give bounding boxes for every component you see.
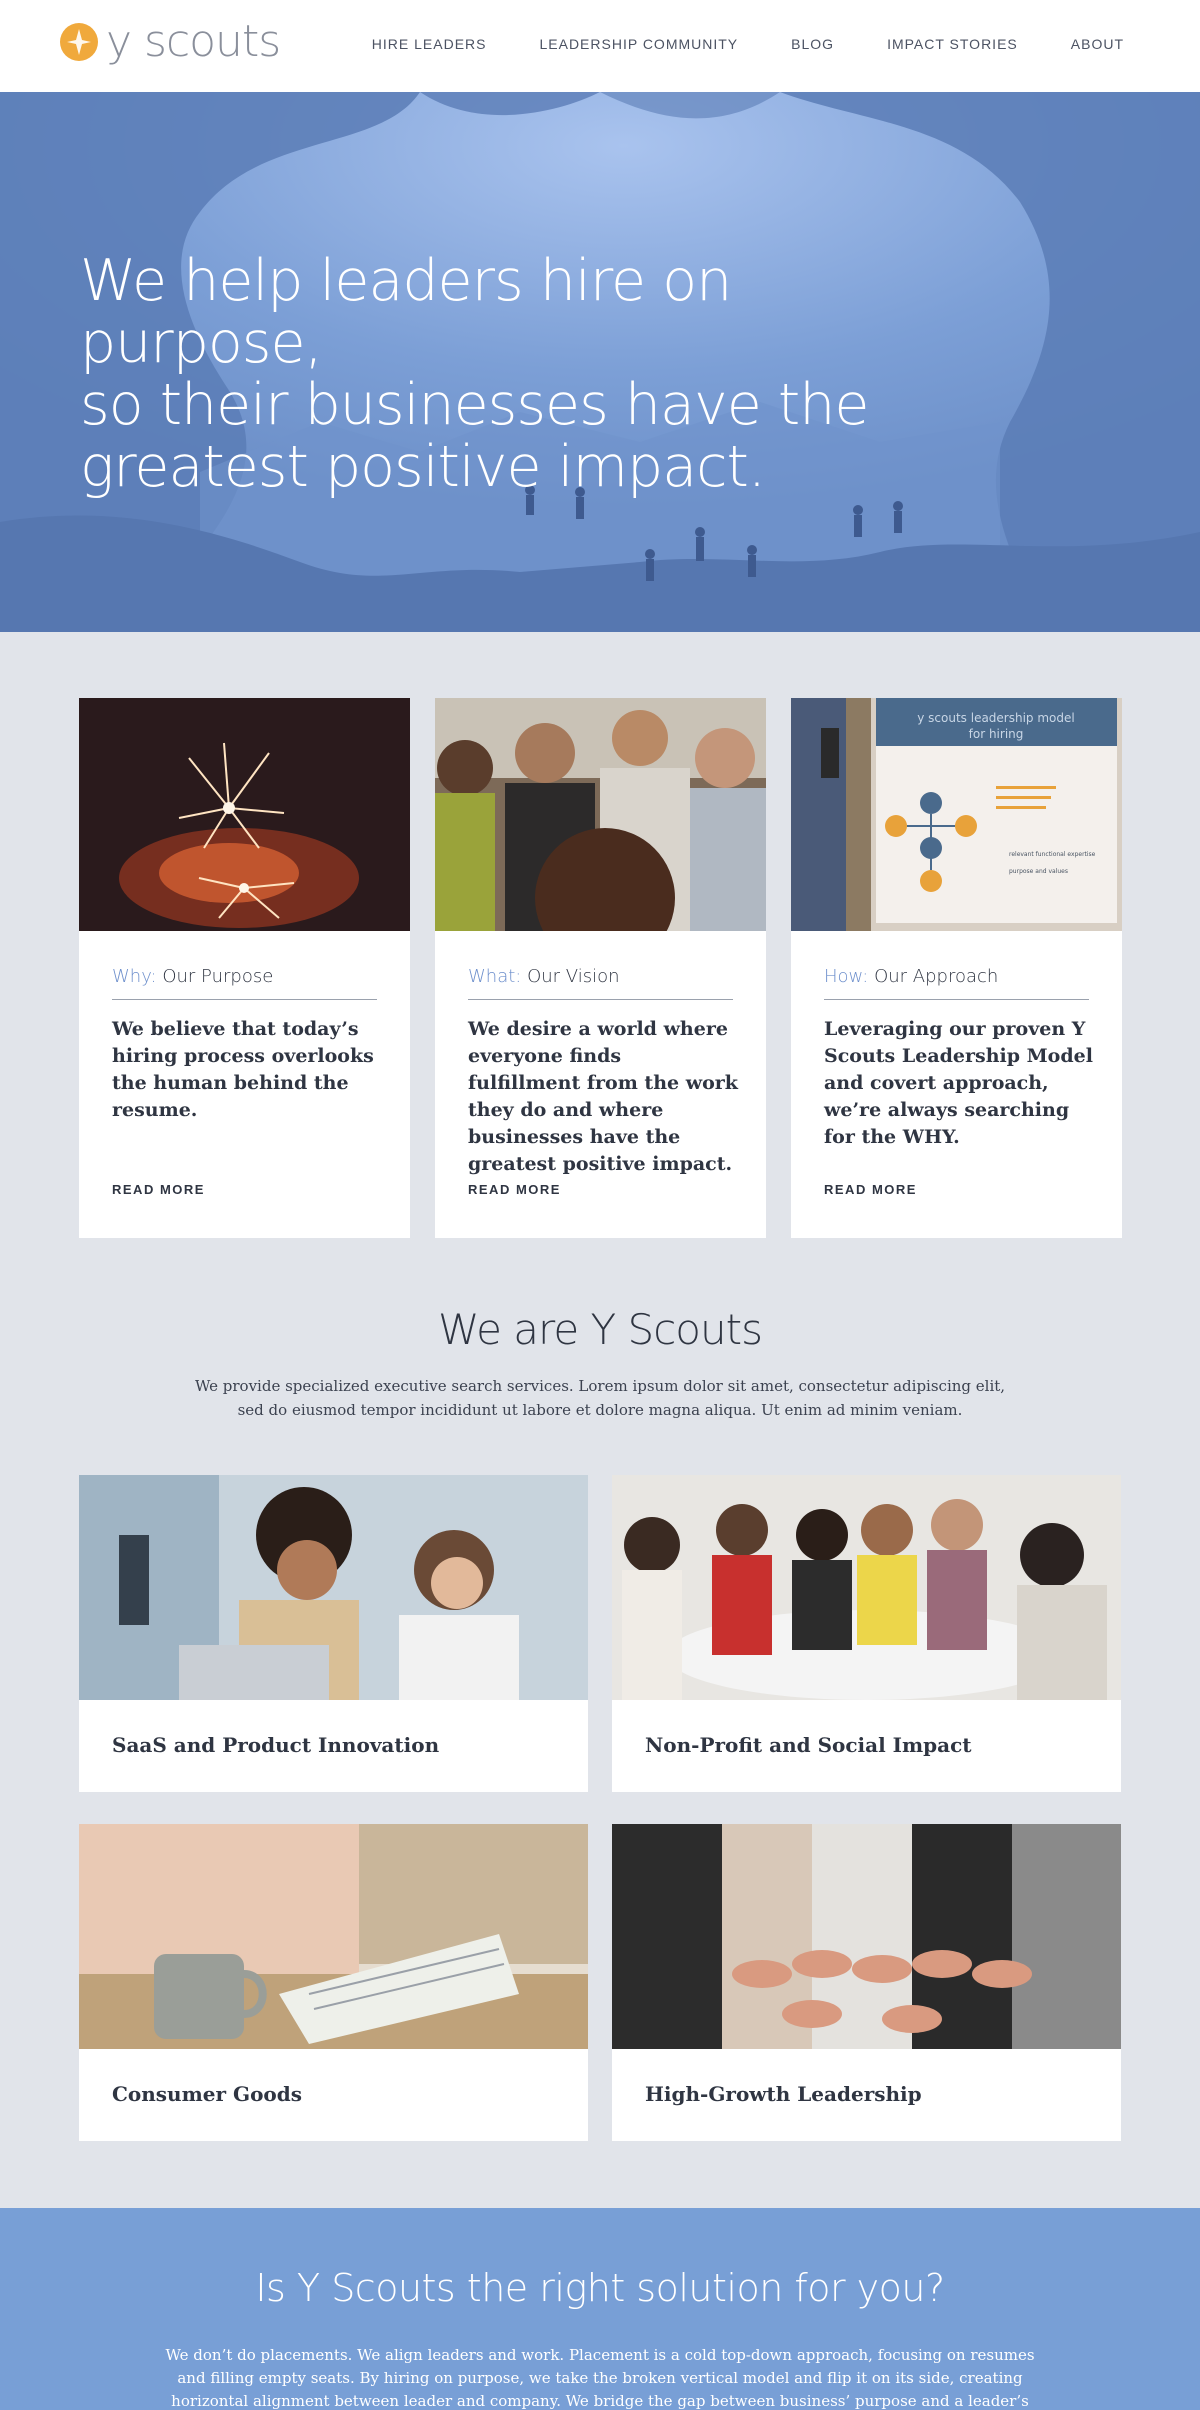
site-header: y scouts HIRE LEADERS LEADERSHIP COMMUNI… xyxy=(0,0,1200,92)
cta-section: Is Y Scouts the right solution for you? … xyxy=(0,2208,1200,2410)
industry-tile-saas[interactable]: SaaS and Product Innovation xyxy=(79,1475,588,1792)
card-label-text: Our Purpose xyxy=(162,966,274,987)
industry-title: Consumer Goods xyxy=(112,2082,302,2106)
card-label: Why: Our Purpose xyxy=(112,966,377,1000)
logo-icon xyxy=(60,23,98,61)
main-nav: HIRE LEADERS LEADERSHIP COMMUNITY BLOG I… xyxy=(372,36,1124,52)
card-vision[interactable]: What: Our Vision We desire a world where… xyxy=(435,698,766,1238)
poster-title: y scouts leadership model xyxy=(917,711,1074,725)
sparkler-image xyxy=(79,698,410,931)
read-more-link[interactable]: READ MORE xyxy=(468,1182,561,1197)
logo-text: y scouts xyxy=(106,16,281,67)
card-body: Leveraging our proven Y Scouts Leadershi… xyxy=(824,1018,1093,1148)
industry-title: High-Growth Leadership xyxy=(645,2082,922,2106)
about-text: We provide specialized executive search … xyxy=(194,1377,1006,1419)
card-body: We desire a world where everyone finds f… xyxy=(468,1018,738,1175)
hero-line-2: so their businesses have the xyxy=(80,372,869,438)
nav-leadership-community[interactable]: LEADERSHIP COMMUNITY xyxy=(539,36,738,52)
cta-text: We don’t do placements. We align leaders… xyxy=(165,2346,1035,2410)
hero-line-1: We help leaders hire on purpose, xyxy=(80,248,732,376)
card-approach[interactable]: y scouts leadership model for hiring rel… xyxy=(791,698,1122,1238)
logo[interactable]: y scouts xyxy=(60,16,281,67)
saas-photo-image xyxy=(79,1475,588,1700)
hero-line-3: greatest positive impact. xyxy=(80,434,766,500)
growth-photo-image xyxy=(612,1824,1121,2049)
poster-item-expertise: relevant functional expertise xyxy=(1009,851,1096,858)
nonprofit-photo-image xyxy=(612,1475,1121,1700)
industry-tile-nonprofit[interactable]: Non-Profit and Social Impact xyxy=(612,1475,1121,1792)
industry-tile-growth[interactable]: High-Growth Leadership xyxy=(612,1824,1121,2141)
card-label: What: Our Vision xyxy=(468,966,733,1000)
about-heading: We are Y Scouts xyxy=(438,1305,763,1354)
card-label-text: Our Approach xyxy=(874,966,999,987)
card-body: We believe that today’s hiring process o… xyxy=(112,1018,374,1121)
card-label-prefix: Why: xyxy=(112,966,157,987)
leadership-model-poster-image: y scouts leadership model for hiring rel… xyxy=(791,698,1122,931)
card-label-text: Our Vision xyxy=(527,966,620,987)
nav-impact-stories[interactable]: IMPACT STORIES xyxy=(887,36,1018,52)
card-label-prefix: How: xyxy=(824,966,869,987)
poster-item-values: purpose and values xyxy=(1009,868,1068,875)
industry-title: Non-Profit and Social Impact xyxy=(645,1733,972,1757)
card-purpose[interactable]: Why: Our Purpose We believe that today’s… xyxy=(79,698,410,1238)
card-label-prefix: What: xyxy=(468,966,522,987)
cta-heading: Is Y Scouts the right solution for you? xyxy=(255,2266,945,2310)
hero-banner: We help leaders hire on purpose, so thei… xyxy=(0,92,1200,632)
card-label: How: Our Approach xyxy=(824,966,1089,1000)
nav-hire-leaders[interactable]: HIRE LEADERS xyxy=(372,36,487,52)
poster-subtitle: for hiring xyxy=(969,727,1024,741)
group-photo-image xyxy=(435,698,766,931)
industry-tile-consumer[interactable]: Consumer Goods xyxy=(79,1824,588,2141)
consumer-photo-image xyxy=(79,1824,588,2049)
read-more-link[interactable]: READ MORE xyxy=(112,1182,205,1197)
hero-heading: We help leaders hire on purpose, so thei… xyxy=(80,250,980,498)
nav-blog[interactable]: BLOG xyxy=(791,36,834,52)
read-more-link[interactable]: READ MORE xyxy=(824,1182,917,1197)
industry-title: SaaS and Product Innovation xyxy=(112,1733,440,1757)
nav-about[interactable]: ABOUT xyxy=(1071,36,1124,52)
